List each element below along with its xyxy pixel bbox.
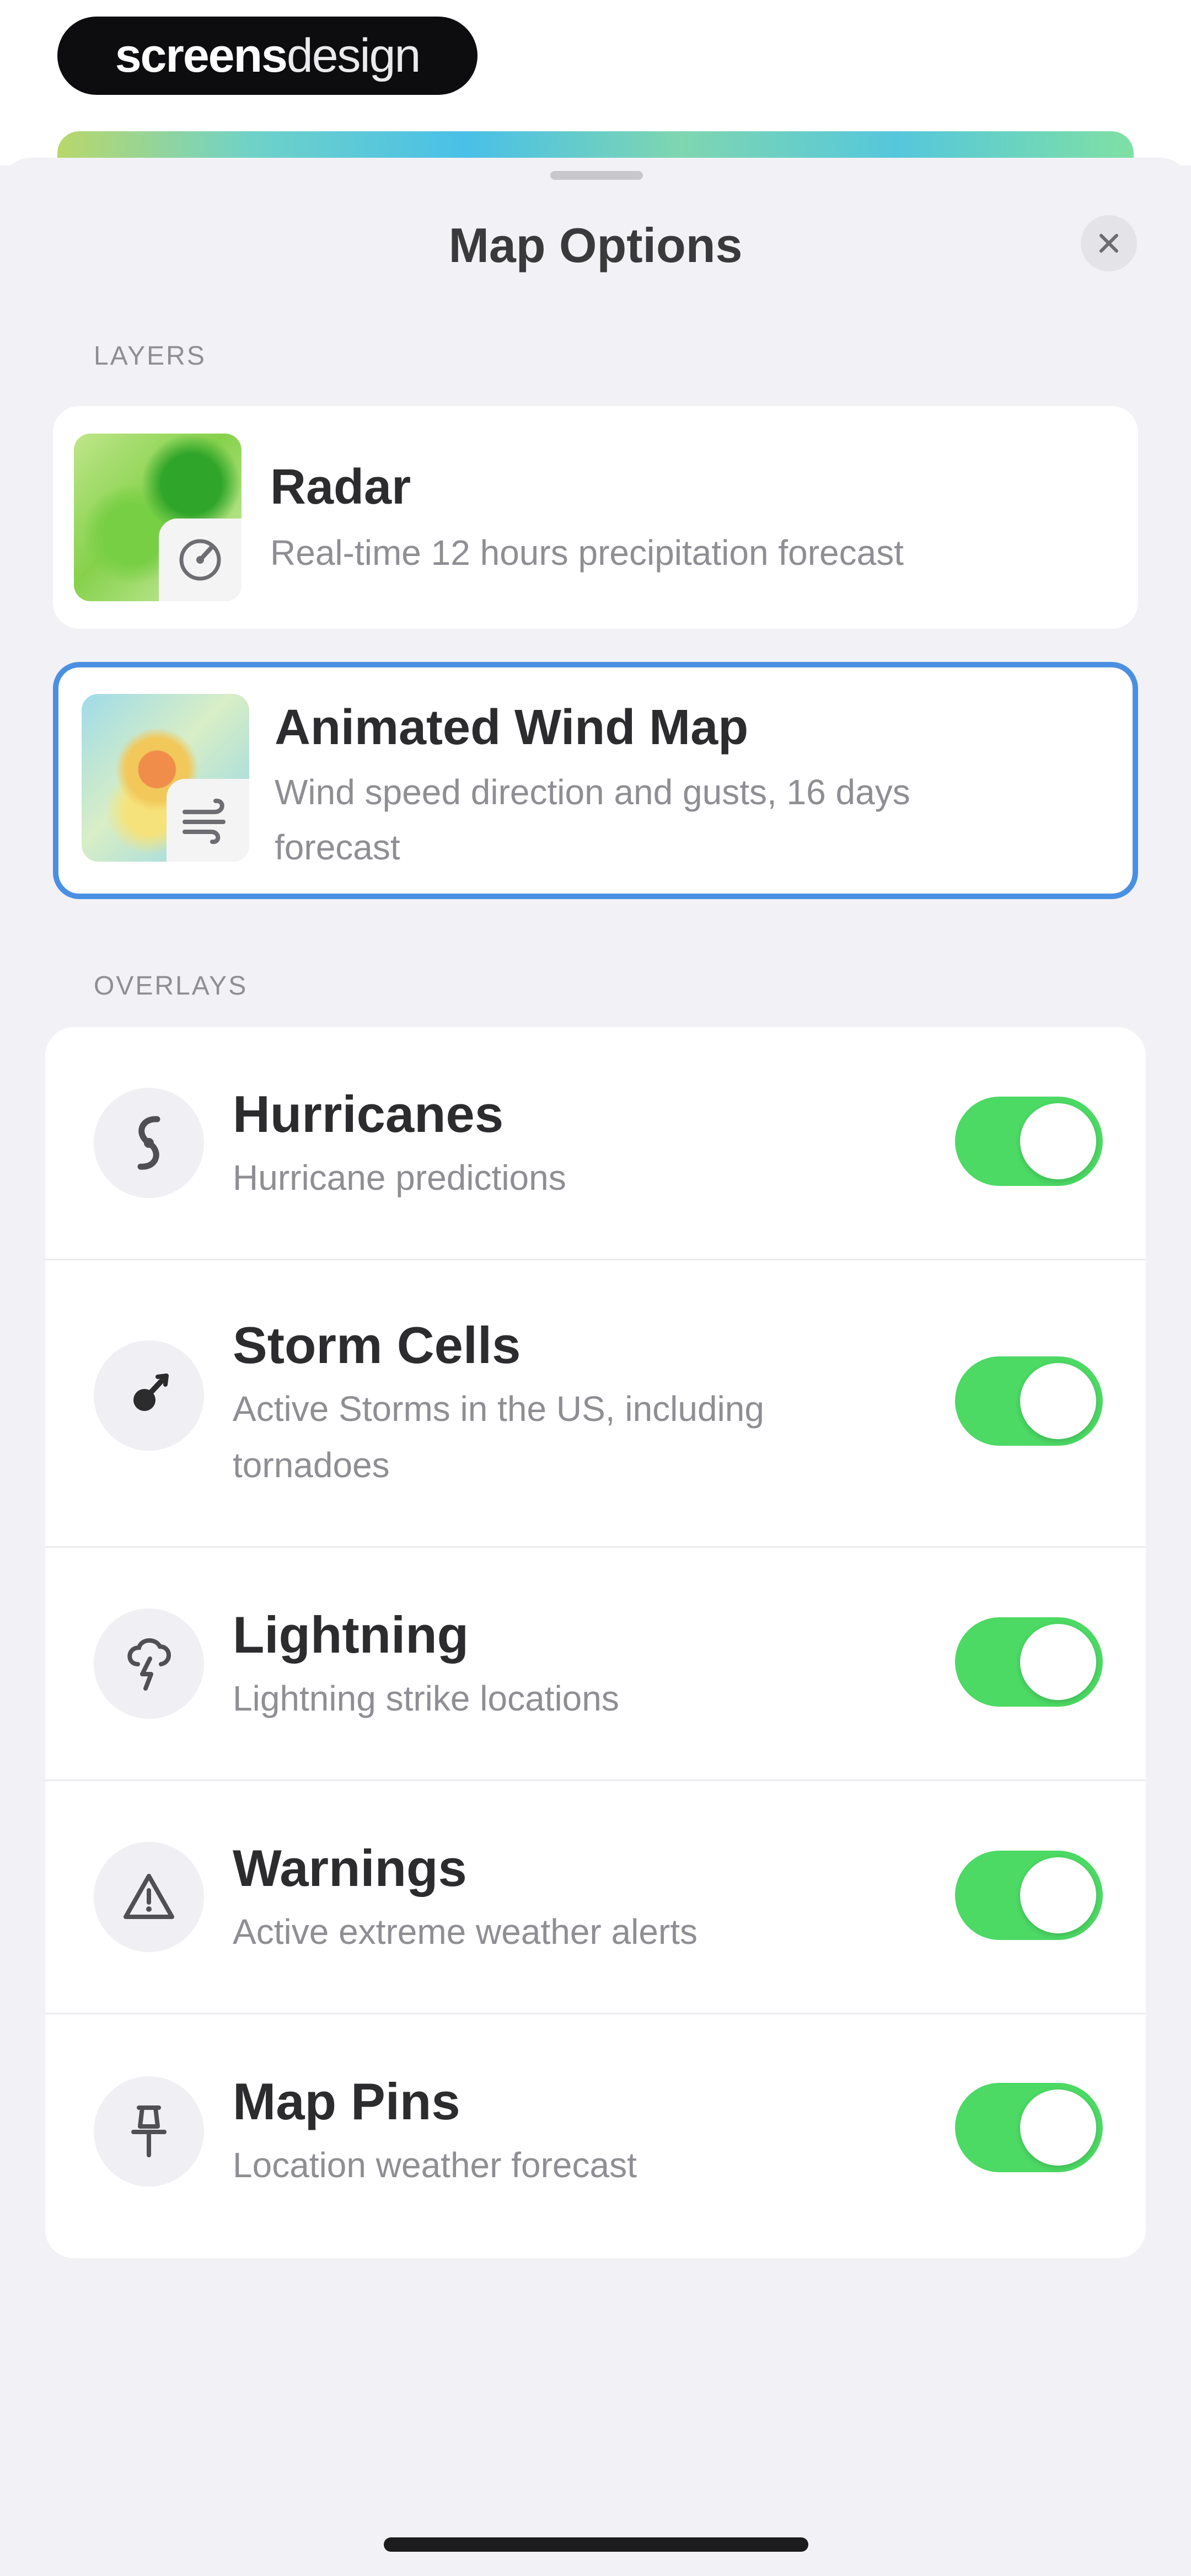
layer-option-wind-map[interactable]: Animated Wind Map Wind speed direction a… — [53, 662, 1138, 899]
radar-badge — [159, 519, 242, 601]
overlay-subtitle-lightning: Lightning strike locations — [233, 1679, 619, 1718]
home-indicator — [384, 2537, 808, 2552]
overlay-title-lightning: Lightning — [233, 1606, 469, 1664]
overlay-title-storm-cells: Storm Cells — [233, 1316, 521, 1374]
overlay-subtitle-map-pins: Location weather forecast — [233, 2145, 637, 2185]
layer-title-wind-map: Animated Wind Map — [275, 700, 749, 755]
wind-map-thumbnail — [82, 694, 249, 862]
overlay-row-storm-cells[interactable]: Storm Cells Active Storms in the US, inc… — [45, 1260, 1146, 1546]
toggle-knob — [1020, 1103, 1096, 1179]
toggle-knob — [1020, 2089, 1096, 2166]
lightning-icon — [127, 1638, 171, 1691]
radar-thumbnail — [74, 434, 242, 601]
overlay-title-warnings: Warnings — [233, 1839, 467, 1897]
storm-cell-icon — [133, 1373, 169, 1411]
layer-subtitle-wind-map: Wind speed direction and gusts, 16 days … — [275, 772, 910, 867]
hurricane-icon-container — [94, 1088, 204, 1198]
lightning-icon-container — [94, 1608, 204, 1719]
warnings-toggle[interactable] — [955, 1851, 1103, 1940]
overlay-row-map-pins[interactable]: Map Pins Location weather forecast — [45, 2014, 1146, 2258]
wind-icon — [183, 799, 226, 845]
warning-icon — [124, 1874, 174, 1919]
toggle-knob — [1020, 1363, 1096, 1439]
overlay-subtitle-hurricanes: Hurricane predictions — [233, 1158, 566, 1198]
map-pin-icon-container — [94, 2076, 204, 2187]
warning-icon-container — [94, 1842, 204, 1952]
hurricanes-toggle[interactable] — [955, 1097, 1103, 1186]
overlays-list: Hurricanes Hurricane predictions Storm C… — [45, 1027, 1146, 2258]
wind-badge — [167, 779, 249, 862]
map-pin-icon — [131, 2105, 167, 2157]
storm-cells-toggle[interactable] — [955, 1356, 1103, 1446]
map-pins-toggle[interactable] — [955, 2083, 1103, 2172]
overlay-row-warnings[interactable]: Warnings Active extreme weather alerts — [45, 1781, 1146, 2013]
overlay-row-hurricanes[interactable]: Hurricanes Hurricane predictions — [45, 1027, 1146, 1259]
close-button[interactable] — [1081, 215, 1137, 271]
brand-logo-bold: screens — [115, 29, 288, 82]
sheet-title: Map Options — [448, 218, 743, 272]
brand-logo-light: design — [286, 29, 421, 82]
storm-cell-icon-container — [94, 1340, 204, 1451]
layers-section-label: LAYERS — [94, 341, 206, 371]
sheet-grabber[interactable] — [550, 171, 643, 180]
layer-title-radar: Radar — [270, 459, 411, 515]
hurricane-icon — [137, 1116, 160, 1170]
overlay-subtitle-warnings: Active extreme weather alerts — [233, 1912, 698, 1952]
overlay-subtitle-storm-cells: Active Storms in the US, including torna… — [233, 1389, 764, 1485]
toggle-knob — [1020, 1624, 1096, 1700]
layer-option-radar[interactable]: Radar Real-time 12 hours precipitation f… — [53, 406, 1138, 629]
radar-icon — [179, 539, 221, 581]
background-map-area: screensdesign — [0, 0, 1191, 175]
lightning-toggle[interactable] — [955, 1617, 1103, 1707]
overlay-title-hurricanes: Hurricanes — [233, 1085, 504, 1143]
overlays-section-label: OVERLAYS — [94, 971, 248, 1001]
overlay-title-map-pins: Map Pins — [233, 2072, 460, 2130]
layer-subtitle-radar: Real-time 12 hours precipitation forecas… — [270, 533, 904, 573]
toggle-knob — [1020, 1857, 1096, 1933]
brand-logo: screensdesign — [57, 17, 478, 95]
close-icon — [1099, 234, 1118, 253]
overlay-row-lightning[interactable]: Lightning Lightning strike locations — [45, 1548, 1146, 1779]
